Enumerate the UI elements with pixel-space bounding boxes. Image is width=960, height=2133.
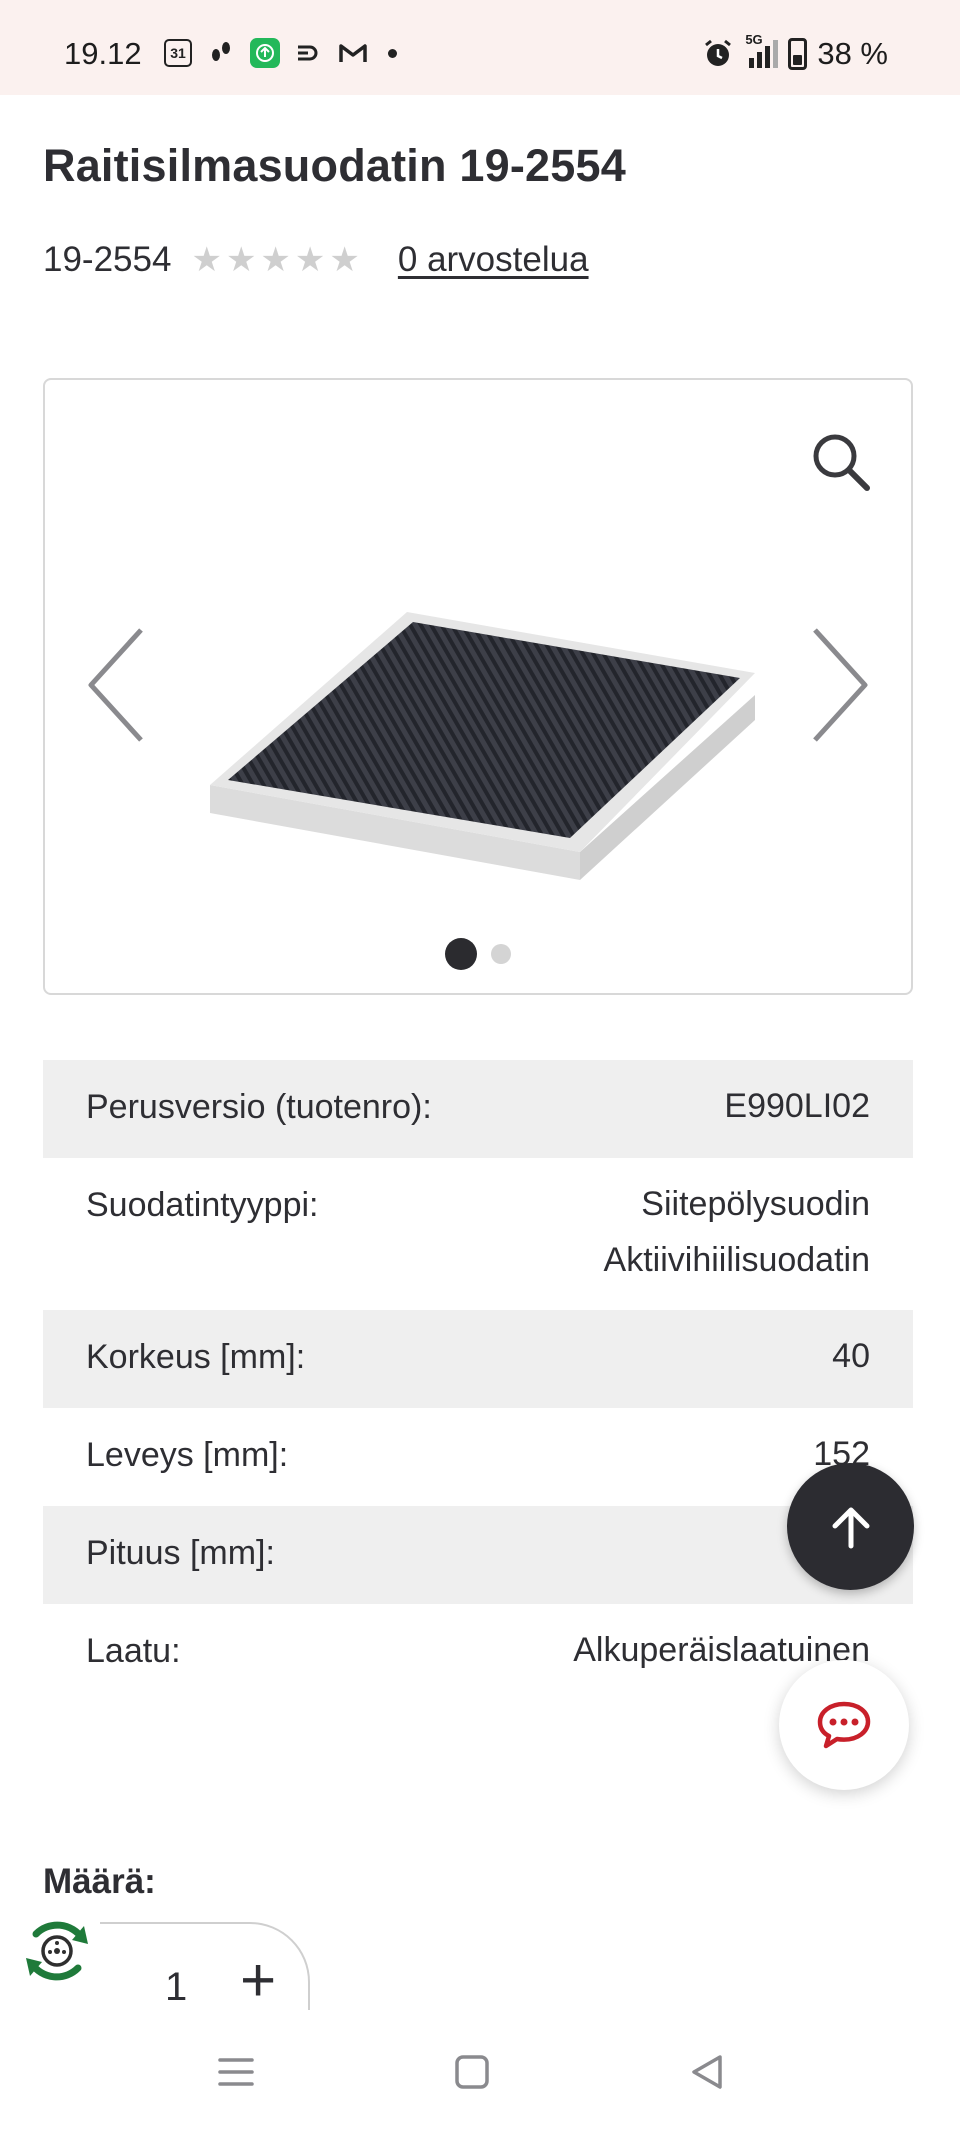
spec-value: Siitepölysuodin Aktiivihiilisuodatin	[604, 1148, 870, 1310]
status-bar: 19.12 31 5G 38 %	[0, 0, 960, 95]
status-time: 19.12	[64, 36, 142, 71]
product-title: Raitisilmasuodatin 19-2554	[43, 140, 626, 191]
star-icon: ★	[329, 241, 360, 279]
menu-icon[interactable]	[214, 2050, 258, 2094]
spec-value-line: Aktiivihiilisuodatin	[603, 1241, 870, 1279]
bluetooth-device-icon	[294, 38, 324, 68]
spec-label: Korkeus [mm]:	[86, 1338, 306, 1376]
spec-value-line: Siitepölysuodin	[641, 1185, 870, 1223]
spec-table: Perusversio (tuotenro): E990LI02 Suodati…	[43, 1060, 913, 1702]
carousel-dot-active[interactable]	[445, 938, 477, 970]
navigation-bar	[0, 2010, 960, 2133]
spec-label: Suodatintyyppi:	[86, 1186, 319, 1224]
gmail-icon	[338, 38, 368, 68]
upload-icon	[250, 38, 280, 68]
quantity-stepper[interactable]	[100, 1922, 310, 2022]
spec-label: Pituus [mm]:	[86, 1534, 275, 1572]
rating-stars: ★ ★ ★ ★ ★	[191, 243, 359, 277]
chat-button[interactable]	[779, 1660, 909, 1790]
chat-icon	[817, 1701, 871, 1749]
alarm-icon	[705, 39, 732, 66]
chevron-left-icon[interactable]	[81, 620, 151, 750]
spec-row: Laatu: Alkuperäislaatuinen	[43, 1604, 913, 1702]
carousel-dot[interactable]	[491, 944, 511, 964]
star-icon: ★	[294, 241, 326, 279]
notification-icons: 31	[164, 38, 397, 68]
battery-icon	[788, 38, 808, 70]
calendar-icon: 31	[164, 39, 192, 67]
quantity-value[interactable]: 1	[165, 1965, 187, 2010]
steps-icon	[206, 38, 236, 68]
arrow-up-icon	[832, 1507, 869, 1548]
spec-row: Suodatintyyppi: Siitepölysuodin Aktiivih…	[43, 1158, 913, 1310]
star-icon: ★	[225, 241, 257, 279]
product-sku: 19-2554	[43, 240, 172, 279]
star-icon: ★	[260, 241, 291, 279]
carousel-dots	[45, 938, 911, 970]
star-icon: ★	[191, 241, 222, 279]
spec-row: Korkeus [mm]: 40	[43, 1310, 913, 1408]
spec-label: Leveys [mm]:	[86, 1436, 289, 1474]
network-label: 5G	[745, 32, 763, 47]
spec-label: Perusversio (tuotenro):	[86, 1088, 432, 1126]
status-right: 5G 38 %	[703, 32, 888, 72]
reviews-link[interactable]: 0 arvostelua	[398, 240, 589, 280]
search-icon[interactable]	[809, 430, 873, 494]
spec-value: 40	[832, 1337, 870, 1375]
spec-row: Perusversio (tuotenro): E990LI02	[43, 1060, 913, 1158]
spec-value: E990LI02	[724, 1087, 870, 1125]
spec-row: Pituus [mm]:	[43, 1506, 913, 1604]
recycle-icon[interactable]	[18, 1912, 96, 1990]
back-icon[interactable]	[686, 2050, 730, 2094]
quantity-label: Määrä:	[43, 1862, 156, 1901]
more-notifications-dot	[388, 48, 397, 58]
battery-level: 38 %	[817, 36, 888, 71]
spec-row: Leveys [mm]: 152	[43, 1408, 913, 1506]
spec-label: Laatu:	[86, 1632, 181, 1670]
product-meta: 19-2554 ★ ★ ★ ★ ★ 0 arvostelua	[43, 240, 589, 280]
scroll-to-top-button[interactable]	[787, 1463, 914, 1590]
home-icon[interactable]	[450, 2050, 494, 2094]
chevron-right-icon[interactable]	[805, 620, 875, 750]
signal-icon: 5G	[743, 32, 779, 68]
product-gallery[interactable]	[43, 378, 913, 995]
product-image	[210, 612, 755, 880]
quantity-plus-button[interactable]: +	[240, 1950, 276, 2012]
